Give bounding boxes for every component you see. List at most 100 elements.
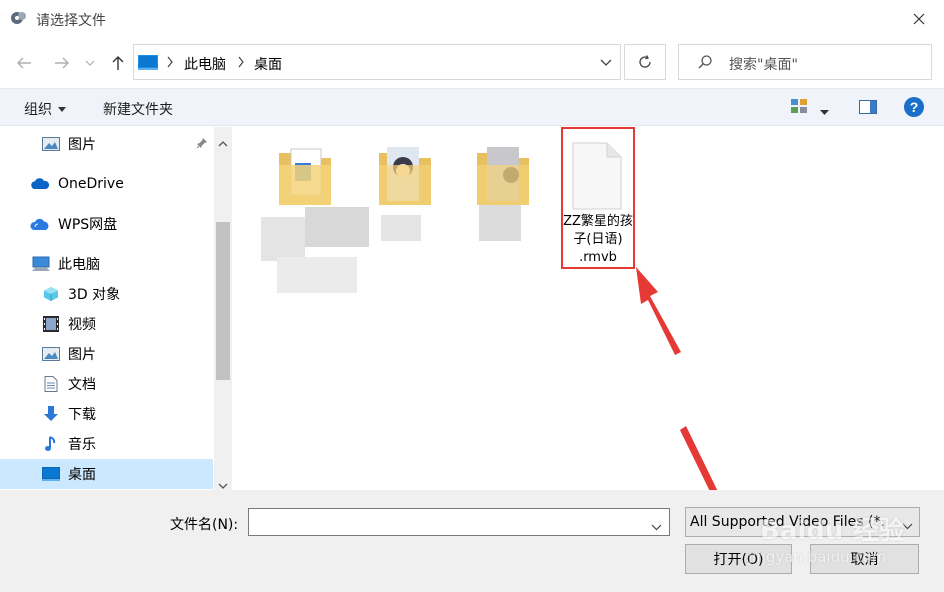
blurred-label xyxy=(381,215,421,241)
sidebar-item-this-pc[interactable]: 此电脑 xyxy=(0,249,213,279)
preview-pane-icon xyxy=(859,100,877,114)
arrow-up-icon xyxy=(112,56,124,70)
forward-button[interactable] xyxy=(50,51,74,75)
documents-icon xyxy=(42,376,60,392)
sidebar-item-pictures[interactable]: 图片 xyxy=(0,339,213,369)
command-bar: 组织 新建文件夹 ? xyxy=(0,88,944,126)
desktop-icon xyxy=(42,466,60,482)
file-type-select[interactable]: All Supported Video Files (*. xyxy=(685,507,920,537)
help-button[interactable]: ? xyxy=(904,97,924,121)
pictures-icon xyxy=(42,136,60,152)
breadcrumb-separator-icon xyxy=(237,56,245,72)
folder-icon xyxy=(377,145,433,211)
file-item[interactable] xyxy=(371,137,451,247)
wps-cloud-icon xyxy=(30,216,50,232)
refresh-icon xyxy=(639,55,651,68)
back-button[interactable] xyxy=(12,51,36,75)
open-button[interactable]: 打开(O) xyxy=(685,544,792,574)
dropdown-arrow-icon xyxy=(820,110,829,115)
sidebar-item-label: 音乐 xyxy=(68,437,96,453)
chevron-down-icon xyxy=(902,518,913,534)
sidebar-item-label: 下载 xyxy=(68,407,96,423)
sidebar-item-label: 文档 xyxy=(68,377,96,393)
file-name-line: 子(日语) xyxy=(573,232,623,247)
sidebar-item-label: 图片 xyxy=(68,137,96,153)
new-folder-button[interactable]: 新建文件夹 xyxy=(103,99,173,119)
music-icon xyxy=(42,436,60,452)
chevron-down-icon xyxy=(85,60,95,66)
arrow-right-icon xyxy=(55,57,69,69)
file-name-line: .rmvb xyxy=(579,250,617,265)
close-button[interactable] xyxy=(904,4,934,34)
sidebar-item-music[interactable]: 音乐 xyxy=(0,429,213,459)
refresh-button[interactable] xyxy=(624,44,666,80)
computer-icon xyxy=(32,256,50,272)
sidebar-item-label: 图片 xyxy=(68,347,96,363)
filename-input[interactable] xyxy=(248,508,670,536)
sidebar-item-onedrive[interactable]: OneDrive xyxy=(0,169,213,199)
dropdown-arrow-icon xyxy=(58,106,66,112)
downloads-icon xyxy=(42,406,60,422)
recent-locations-button[interactable] xyxy=(82,51,98,75)
view-options-button[interactable] xyxy=(791,99,809,115)
address-bar[interactable]: 此电脑 桌面 xyxy=(133,44,621,80)
sidebar-item-pictures-quick[interactable]: 图片 xyxy=(0,129,213,159)
file-list: ZZ繁星的孩 子(日语) .rmvb xyxy=(233,127,944,490)
3d-objects-icon xyxy=(42,286,60,302)
blurred-label xyxy=(305,207,369,247)
sidebar-item-label: OneDrive xyxy=(58,176,124,192)
scroll-up-icon[interactable] xyxy=(218,135,228,151)
view-dropdown-button[interactable] xyxy=(820,103,829,119)
sidebar-item-label: 3D 对象 xyxy=(68,287,121,303)
view-grid-icon xyxy=(791,99,807,113)
pictures-icon xyxy=(42,346,60,362)
file-item[interactable] xyxy=(257,137,369,307)
search-box[interactable]: 搜索"桌面" xyxy=(678,44,932,80)
breadcrumb-separator-icon xyxy=(166,56,174,72)
sidebar-item-downloads[interactable]: 下载 xyxy=(0,399,213,429)
sidebar-item-videos[interactable]: 视频 xyxy=(0,309,213,339)
sidebar-item-label: 此电脑 xyxy=(58,257,100,273)
onedrive-icon xyxy=(30,176,50,192)
chevron-down-icon xyxy=(600,59,612,66)
search-icon xyxy=(697,54,713,74)
address-dropdown-button[interactable] xyxy=(591,44,621,80)
title-bar: 请选择文件 xyxy=(0,0,944,38)
organize-menu[interactable]: 组织 xyxy=(24,99,66,119)
chevron-down-icon[interactable] xyxy=(651,519,662,535)
breadcrumb-desktop[interactable]: 桌面 xyxy=(254,54,282,74)
sidebar-item-3d-objects[interactable]: 3D 对象 xyxy=(0,279,213,309)
file-name: ZZ繁星的孩 子(日语) .rmvb xyxy=(559,213,637,267)
sidebar-item-label: 桌面 xyxy=(68,467,96,483)
blurred-label xyxy=(277,257,357,293)
file-item-selected[interactable]: ZZ繁星的孩 子(日语) .rmvb xyxy=(561,127,635,269)
organize-label: 组织 xyxy=(24,102,52,118)
blurred-label xyxy=(479,205,521,241)
close-icon xyxy=(913,13,925,25)
arrow-left-icon xyxy=(17,57,31,69)
file-type-value: All Supported Video Files (*. xyxy=(690,514,885,530)
pin-icon xyxy=(196,137,208,153)
videos-icon xyxy=(42,316,60,332)
scrollbar-thumb[interactable] xyxy=(216,222,230,380)
folder-icon xyxy=(475,145,531,211)
sidebar-item-label: 视频 xyxy=(68,317,96,333)
sidebar-item-desktop[interactable]: 桌面 xyxy=(0,459,213,489)
folder-icon xyxy=(277,145,333,211)
search-input[interactable]: 搜索"桌面" xyxy=(729,54,798,74)
breadcrumb-this-pc[interactable]: 此电脑 xyxy=(184,54,226,74)
file-icon xyxy=(567,141,627,215)
dialog-footer: 文件名(N): xyxy=(0,490,944,592)
filename-label: 文件名(N): xyxy=(170,517,239,533)
help-icon: ? xyxy=(904,97,924,117)
sidebar-item-wps-cloud[interactable]: WPS网盘 xyxy=(0,209,213,239)
svg-text:?: ? xyxy=(910,99,919,115)
file-item[interactable] xyxy=(469,137,549,247)
blurred-label xyxy=(261,217,305,261)
up-button[interactable] xyxy=(106,51,130,75)
sidebar-item-documents[interactable]: 文档 xyxy=(0,369,213,399)
preview-pane-button[interactable] xyxy=(859,100,877,118)
cancel-button[interactable]: 取消 xyxy=(810,544,919,574)
window-title: 请选择文件 xyxy=(36,13,106,29)
app-icon xyxy=(10,9,28,27)
